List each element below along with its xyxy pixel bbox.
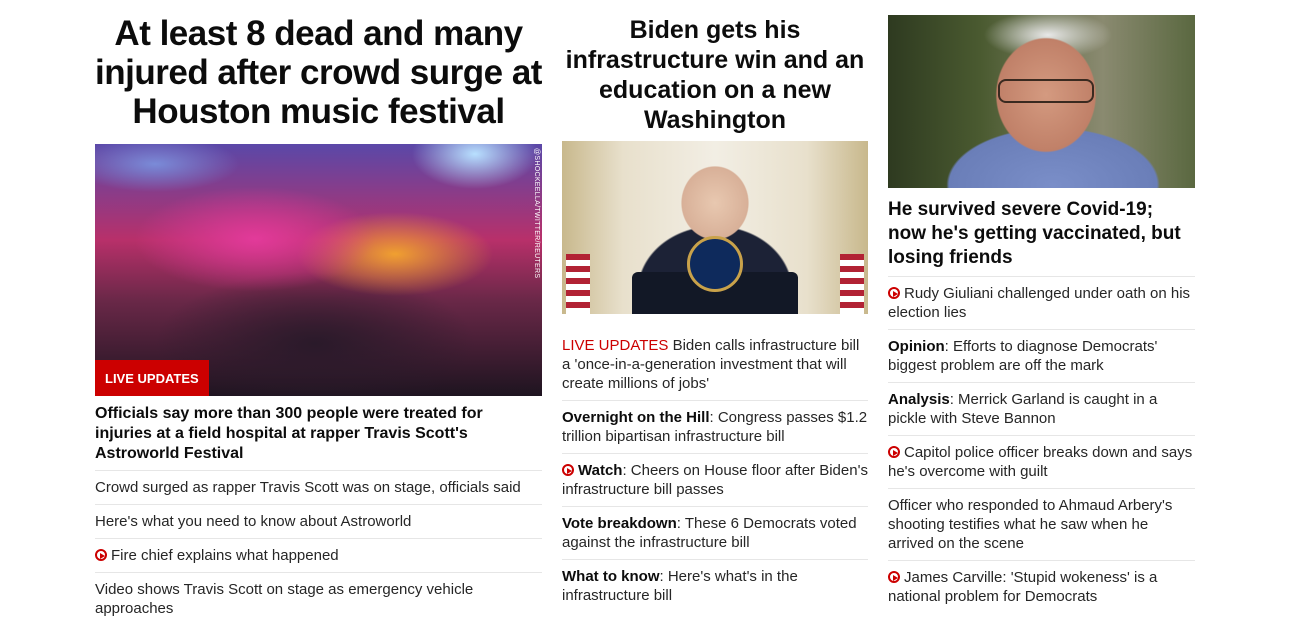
play-icon bbox=[888, 446, 900, 458]
related-links-politics: Rudy Giuliani challenged under oath on h… bbox=[888, 276, 1195, 613]
link-text: James Carville: 'Stupid wokeness' is a n… bbox=[888, 569, 1158, 605]
live-updates-label: LIVE UPDATES bbox=[562, 337, 669, 354]
list-item[interactable]: Analysis: Merrick Garland is caught in a… bbox=[888, 382, 1195, 435]
link-text: Rudy Giuliani challenged under oath on h… bbox=[888, 285, 1191, 321]
astroworld-crowd-photo[interactable]: @SHOCKEELLA/TWITTER/REUTERS LIVE UPDATES bbox=[95, 144, 542, 396]
list-item[interactable]: LIVE UPDATES Biden calls infrastructure … bbox=[562, 314, 868, 400]
list-item[interactable]: Video shows Travis Scott on stage as eme… bbox=[95, 572, 542, 625]
list-item[interactable]: Overnight on the Hill: Congress passes $… bbox=[562, 400, 868, 453]
lead-astroworld[interactable]: Officials say more than 300 people were … bbox=[95, 404, 542, 464]
lead-covid[interactable]: He survived severe Covid-19; now he's ge… bbox=[888, 198, 1195, 270]
list-item[interactable]: Officer who responded to Ahmaud Arbery's… bbox=[888, 488, 1195, 560]
link-prefix: Opinion bbox=[888, 338, 945, 355]
list-item[interactable]: Capitol police officer breaks down and s… bbox=[888, 435, 1195, 488]
link-text: Capitol police officer breaks down and s… bbox=[888, 444, 1193, 480]
story-column-covid: He survived severe Covid-19; now he's ge… bbox=[888, 0, 1195, 613]
link-prefix: Vote breakdown bbox=[562, 515, 677, 532]
story-column-astroworld: At least 8 dead and many injured after c… bbox=[95, 0, 542, 625]
list-item[interactable]: Watch: Cheers on House floor after Biden… bbox=[562, 453, 868, 506]
list-item[interactable]: James Carville: 'Stupid wokeness' is a n… bbox=[888, 560, 1195, 613]
list-item[interactable]: Crowd surged as rapper Travis Scott was … bbox=[95, 470, 542, 504]
link-text: Video shows Travis Scott on stage as eme… bbox=[95, 581, 474, 617]
play-icon bbox=[95, 549, 107, 561]
link-prefix: What to know bbox=[562, 568, 660, 585]
play-icon bbox=[888, 571, 900, 583]
presidential-seal-image bbox=[687, 236, 743, 292]
headline-infrastructure[interactable]: Biden gets his infrastructure win and an… bbox=[562, 0, 868, 135]
related-links-infrastructure: LIVE UPDATES Biden calls infrastructure … bbox=[562, 314, 868, 612]
photo-credit: @SHOCKEELLA/TWITTER/REUTERS bbox=[533, 148, 540, 279]
link-prefix: Analysis bbox=[888, 391, 950, 408]
live-updates-badge[interactable]: LIVE UPDATES bbox=[95, 360, 209, 396]
link-text: Fire chief explains what happened bbox=[111, 547, 339, 564]
list-item[interactable]: What to know: Here's what's in the infra… bbox=[562, 559, 868, 612]
play-icon bbox=[562, 464, 574, 476]
list-item[interactable]: Opinion: Efforts to diagnose Democrats' … bbox=[888, 329, 1195, 382]
story-column-infrastructure: Biden gets his infrastructure win and an… bbox=[562, 0, 868, 612]
list-item[interactable]: Rudy Giuliani challenged under oath on h… bbox=[888, 276, 1195, 329]
list-item[interactable]: Fire chief explains what happened bbox=[95, 538, 542, 572]
link-text: Here's what you need to know about Astro… bbox=[95, 513, 412, 530]
flag-image bbox=[840, 254, 864, 314]
related-links-astroworld: Crowd surged as rapper Travis Scott was … bbox=[95, 470, 542, 625]
link-prefix: Watch bbox=[578, 462, 623, 479]
link-text: Crowd surged as rapper Travis Scott was … bbox=[95, 479, 521, 496]
glasses-image bbox=[998, 79, 1094, 103]
biden-podium-photo[interactable] bbox=[562, 141, 868, 314]
list-item[interactable]: Vote breakdown: These 6 Democrats voted … bbox=[562, 506, 868, 559]
headline-astroworld[interactable]: At least 8 dead and many injured after c… bbox=[95, 0, 542, 131]
covid-survivor-photo[interactable] bbox=[888, 15, 1195, 188]
flag-image bbox=[566, 254, 590, 314]
play-icon bbox=[888, 287, 900, 299]
link-text: Officer who responded to Ahmaud Arbery's… bbox=[888, 497, 1173, 552]
link-prefix: Overnight on the Hill bbox=[562, 409, 710, 426]
list-item[interactable]: Here's what you need to know about Astro… bbox=[95, 504, 542, 538]
